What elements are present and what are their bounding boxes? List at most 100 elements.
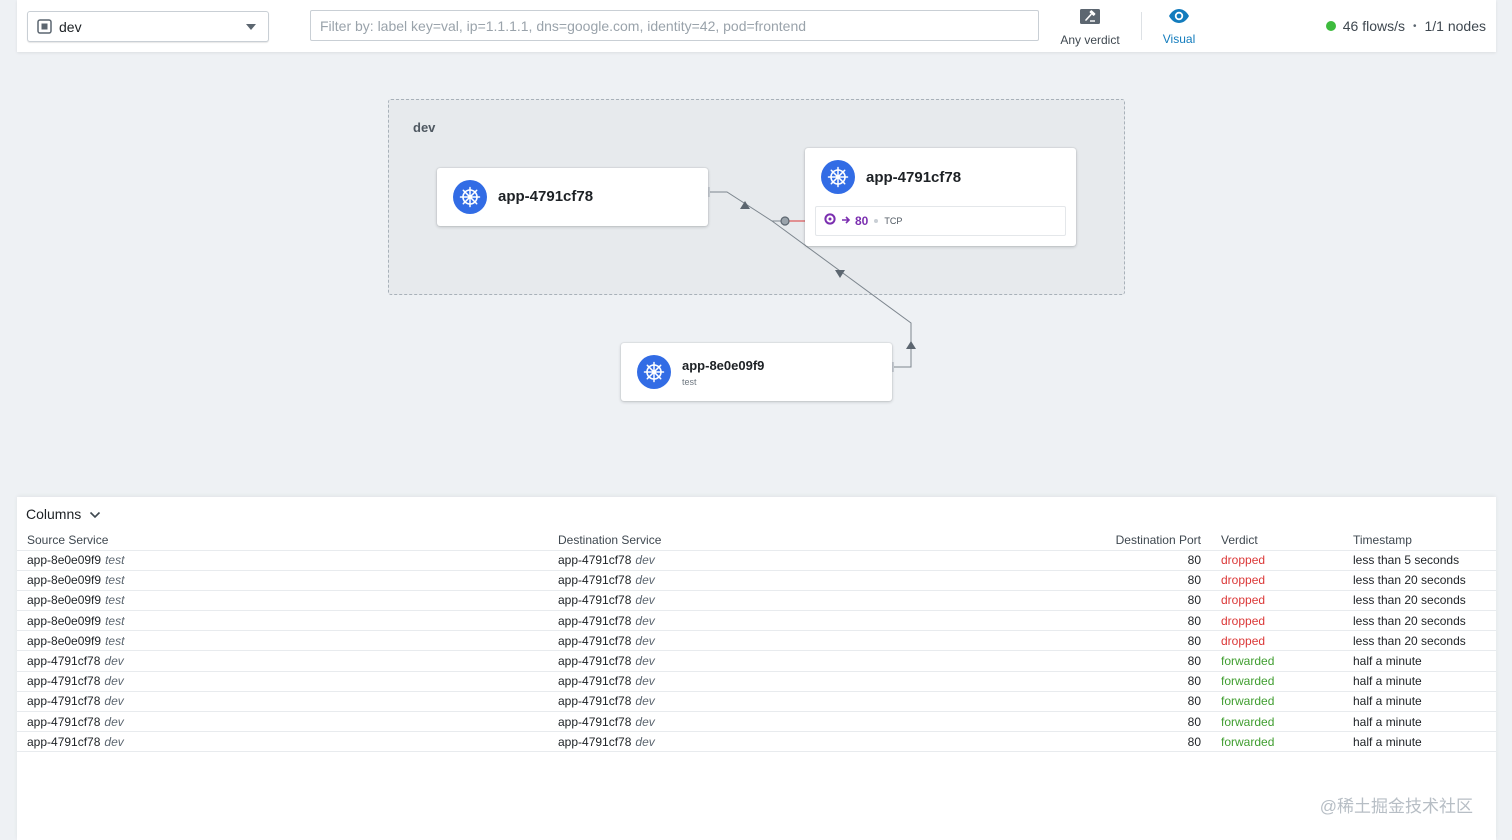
destination-namespace: dev: [635, 593, 655, 608]
namespace-select[interactable]: dev: [27, 11, 269, 42]
port-separator: [874, 219, 879, 223]
verdict: dropped: [1211, 549, 1343, 571]
namespace-label: dev: [59, 18, 82, 35]
filter-input[interactable]: [310, 10, 1039, 41]
timestamp: half a minute: [1343, 710, 1496, 732]
verdict-filter-button[interactable]: Any verdict: [1055, 8, 1125, 47]
column-header-port[interactable]: Destination Port: [978, 530, 1211, 550]
column-header-timestamp[interactable]: Timestamp: [1343, 530, 1496, 550]
source-name: app-4791cf78: [27, 694, 101, 709]
destination-namespace: dev: [635, 714, 655, 729]
timestamp: less than 20 seconds: [1343, 569, 1496, 591]
port-row[interactable]: 80 TCP: [815, 206, 1066, 236]
verdict: forwarded: [1211, 670, 1343, 692]
visual-toggle-button[interactable]: Visual: [1158, 8, 1200, 46]
flow-status: 46 flows/s • 1/1 nodes: [1325, 18, 1487, 34]
table-row[interactable]: app-8e0e09f9 test app-4791cf78 dev 80 dropped…: [17, 549, 1496, 571]
verdict: dropped: [1211, 589, 1343, 611]
table-row[interactable]: app-4791cf78 dev app-4791cf78 dev 80 forwarde…: [17, 670, 1496, 692]
top-bar: dev Any verdict Visual 46 flows/s: [17, 0, 1496, 52]
column-header-verdict[interactable]: Verdict: [1211, 530, 1343, 550]
columns-label: Columns: [26, 506, 82, 522]
columns-button[interactable]: Columns: [26, 506, 101, 522]
timestamp: less than 20 seconds: [1343, 630, 1496, 651]
source-service: app-8e0e09f9 test: [17, 630, 548, 651]
table-row[interactable]: app-8e0e09f9 test app-4791cf78 dev 80 dropped…: [17, 569, 1496, 591]
source-service: app-4791cf78 dev: [17, 670, 548, 692]
verdict-label: Any verdict: [1060, 33, 1120, 47]
source-namespace: test: [105, 613, 125, 628]
timestamp: less than 20 seconds: [1343, 610, 1496, 631]
source-service: app-4791cf78 dev: [17, 731, 548, 753]
destination-port: 80: [978, 710, 1211, 732]
destination-name: app-4791cf78: [558, 633, 632, 648]
timestamp: less than 5 seconds: [1343, 549, 1496, 571]
verdict: forwarded: [1211, 731, 1343, 753]
table-row[interactable]: app-8e0e09f9 test app-4791cf78 dev 80 dropped…: [17, 589, 1496, 611]
source-service: app-8e0e09f9 test: [17, 610, 548, 631]
service-title: app-4791cf78: [498, 188, 594, 205]
destination-service: app-4791cf78 dev: [548, 630, 978, 651]
service-card[interactable]: app-4791cf78 80 TCP: [805, 148, 1076, 246]
destination-service: app-4791cf78 dev: [548, 610, 978, 631]
destination-port: 80: [978, 549, 1211, 571]
kubernetes-icon: [821, 160, 855, 194]
source-name: app-4791cf78: [27, 674, 101, 689]
port-number: 80: [855, 214, 869, 228]
destination-namespace: dev: [635, 633, 655, 648]
source-name: app-4791cf78: [27, 654, 101, 669]
destination-service: app-4791cf78 dev: [548, 589, 978, 611]
source-name: app-8e0e09f9: [27, 573, 102, 588]
source-namespace: test: [105, 553, 125, 568]
eye-icon: [1168, 8, 1190, 29]
source-service: app-4791cf78 dev: [17, 690, 548, 712]
verdict: dropped: [1211, 569, 1343, 591]
destination-port: 80: [978, 670, 1211, 692]
destination-service: app-4791cf78 dev: [548, 710, 978, 732]
source-name: app-8e0e09f9: [27, 613, 102, 628]
timestamp: half a minute: [1343, 690, 1496, 712]
destination-service: app-4791cf78 dev: [548, 650, 978, 672]
verdict: forwarded: [1211, 690, 1343, 712]
source-service: app-4791cf78 dev: [17, 650, 548, 672]
source-namespace: test: [105, 593, 125, 608]
source-service: app-4791cf78 dev: [17, 710, 548, 732]
namespace-icon: [37, 19, 52, 34]
destination-port: 80: [978, 650, 1211, 672]
table-row[interactable]: app-4791cf78 dev app-4791cf78 dev 80 forwarde…: [17, 731, 1496, 753]
table-row[interactable]: app-8e0e09f9 test app-4791cf78 dev 80 dropped…: [17, 630, 1496, 651]
destination-name: app-4791cf78: [558, 734, 632, 749]
service-card[interactable]: app-4791cf78: [437, 168, 708, 226]
destination-name: app-4791cf78: [558, 593, 632, 608]
source-namespace: dev: [104, 734, 124, 749]
source-namespace: dev: [104, 714, 124, 729]
status-dot-icon: [1325, 21, 1336, 31]
timestamp: half a minute: [1343, 670, 1496, 692]
watermark: @稀土掘金技术社区: [1319, 797, 1473, 816]
table-row[interactable]: app-4791cf78 dev app-4791cf78 dev 80 forwarde…: [17, 690, 1496, 712]
table-row[interactable]: app-8e0e09f9 test app-4791cf78 dev 80 dropped…: [17, 610, 1496, 631]
timestamp: half a minute: [1343, 731, 1496, 753]
source-name: app-4791cf78: [27, 714, 101, 729]
source-namespace: test: [105, 633, 125, 648]
destination-name: app-4791cf78: [558, 573, 632, 588]
timestamp: half a minute: [1343, 650, 1496, 672]
source-namespace: dev: [104, 654, 124, 669]
destination-namespace: dev: [635, 674, 655, 689]
namespace-box-title: dev: [413, 120, 436, 135]
service-title: app-8e0e09f9: [682, 358, 765, 373]
source-name: app-4791cf78: [27, 734, 101, 749]
nodes-count: 1/1 nodes: [1424, 18, 1487, 34]
destination-service: app-4791cf78 dev: [548, 731, 978, 753]
column-header-destination[interactable]: Destination Service: [548, 530, 978, 550]
source-name: app-8e0e09f9: [27, 593, 102, 608]
table-row[interactable]: app-4791cf78 dev app-4791cf78 dev 80 forwarde…: [17, 710, 1496, 732]
column-header-source[interactable]: Source Service: [17, 530, 548, 550]
service-card[interactable]: app-8e0e09f9 test: [621, 343, 892, 401]
link-arrow-icon: [906, 341, 916, 349]
flows-rate: 46 flows/s: [1342, 18, 1405, 34]
port-protocol: TCP: [884, 216, 903, 226]
table-row[interactable]: app-4791cf78 dev app-4791cf78 dev 80 forwarde…: [17, 650, 1496, 672]
flows-panel: Columns Source Service Destination Servi…: [17, 497, 1496, 840]
destination-port: 80: [978, 731, 1211, 753]
